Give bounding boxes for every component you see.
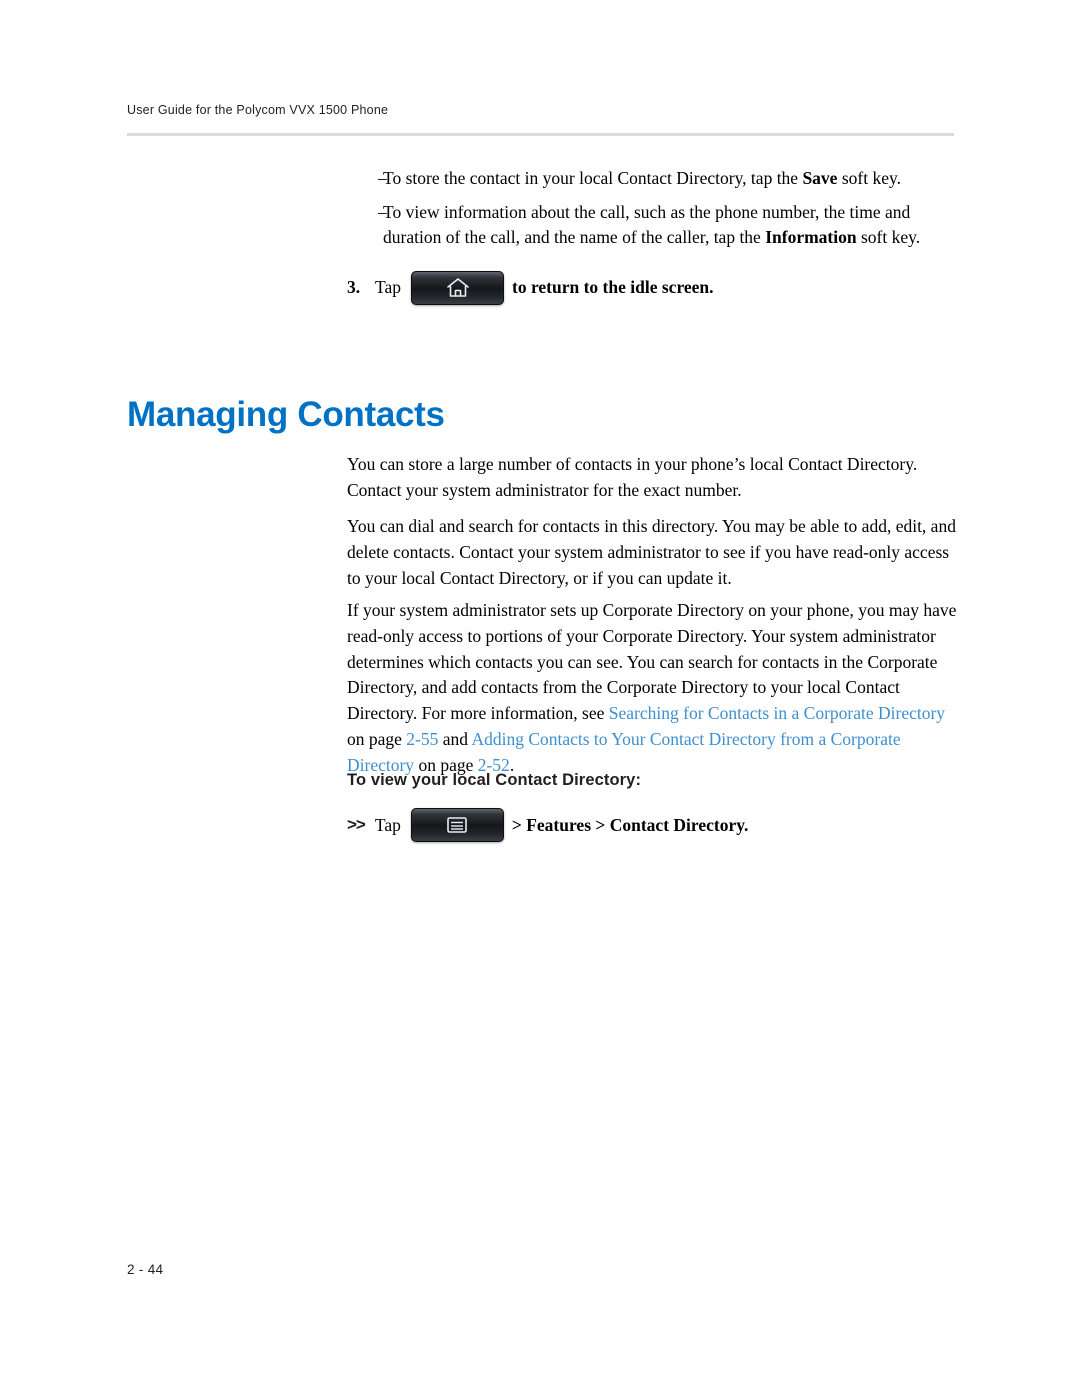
paragraph-1: You can store a large number of contacts… — [347, 454, 918, 500]
dash-marker: – — [378, 168, 387, 188]
document-page: User Guide for the Polycom VVX 1500 Phon… — [0, 0, 1080, 1397]
paragraph-2: You can dial and search for contacts in … — [347, 516, 956, 588]
list-item-text-c: soft key. — [837, 168, 901, 188]
header-divider — [127, 133, 954, 136]
list-item-text-a: To store the contact in your local Conta… — [383, 168, 803, 188]
paragraph-3-mid2: and — [438, 728, 472, 749]
page-reference-1[interactable]: 2-55 — [406, 729, 438, 749]
section-subheading: To view your local Contact Directory: — [347, 771, 642, 789]
double-arrow-icon: >> — [347, 815, 366, 834]
dash-marker: – — [378, 201, 387, 222]
list-item-text-b: Save — [802, 168, 838, 188]
home-key-icon — [411, 270, 504, 305]
numbered-step: 3. Tap to return to the idle screen. — [347, 270, 957, 305]
list-item: – To view information about the call, su… — [347, 200, 957, 251]
list-item-text-c: soft key. — [856, 227, 921, 247]
step-verb: Tap — [375, 277, 401, 297]
running-title: User Guide for the Polycom VVX 1500 Phon… — [127, 103, 389, 117]
page-header: User Guide for the Polycom VVX 1500 Phon… — [127, 103, 957, 117]
list-item-text-b: Information — [765, 227, 857, 247]
page-number: 2 - 44 — [127, 1262, 164, 1277]
paragraph-3-mid1: on page — [347, 728, 407, 749]
cross-reference-link-1[interactable]: Searching for Contacts in a Corporate Di… — [609, 703, 945, 723]
paragraph-3: If your system administrator sets up Cor… — [347, 598, 959, 779]
step-tail-text: to return to the idle screen. — [512, 277, 714, 297]
action-verb: Tap — [374, 814, 401, 835]
menu-key-icon — [410, 808, 504, 842]
dash-list: – To store the contact in your local Con… — [347, 166, 957, 251]
page-footer: 2 - 44 — [127, 1262, 163, 1277]
action-tail-text: > Features > Contact Directory. — [511, 814, 749, 835]
bullet-section: – To store the contact in your local Con… — [347, 166, 957, 305]
list-item: – To store the contact in your local Con… — [347, 166, 957, 192]
step-number: 3. — [347, 277, 361, 297]
action-step: >> Tap > Features > Contact Directory. — [347, 808, 748, 842]
page-title: Managing Contacts — [127, 395, 445, 434]
